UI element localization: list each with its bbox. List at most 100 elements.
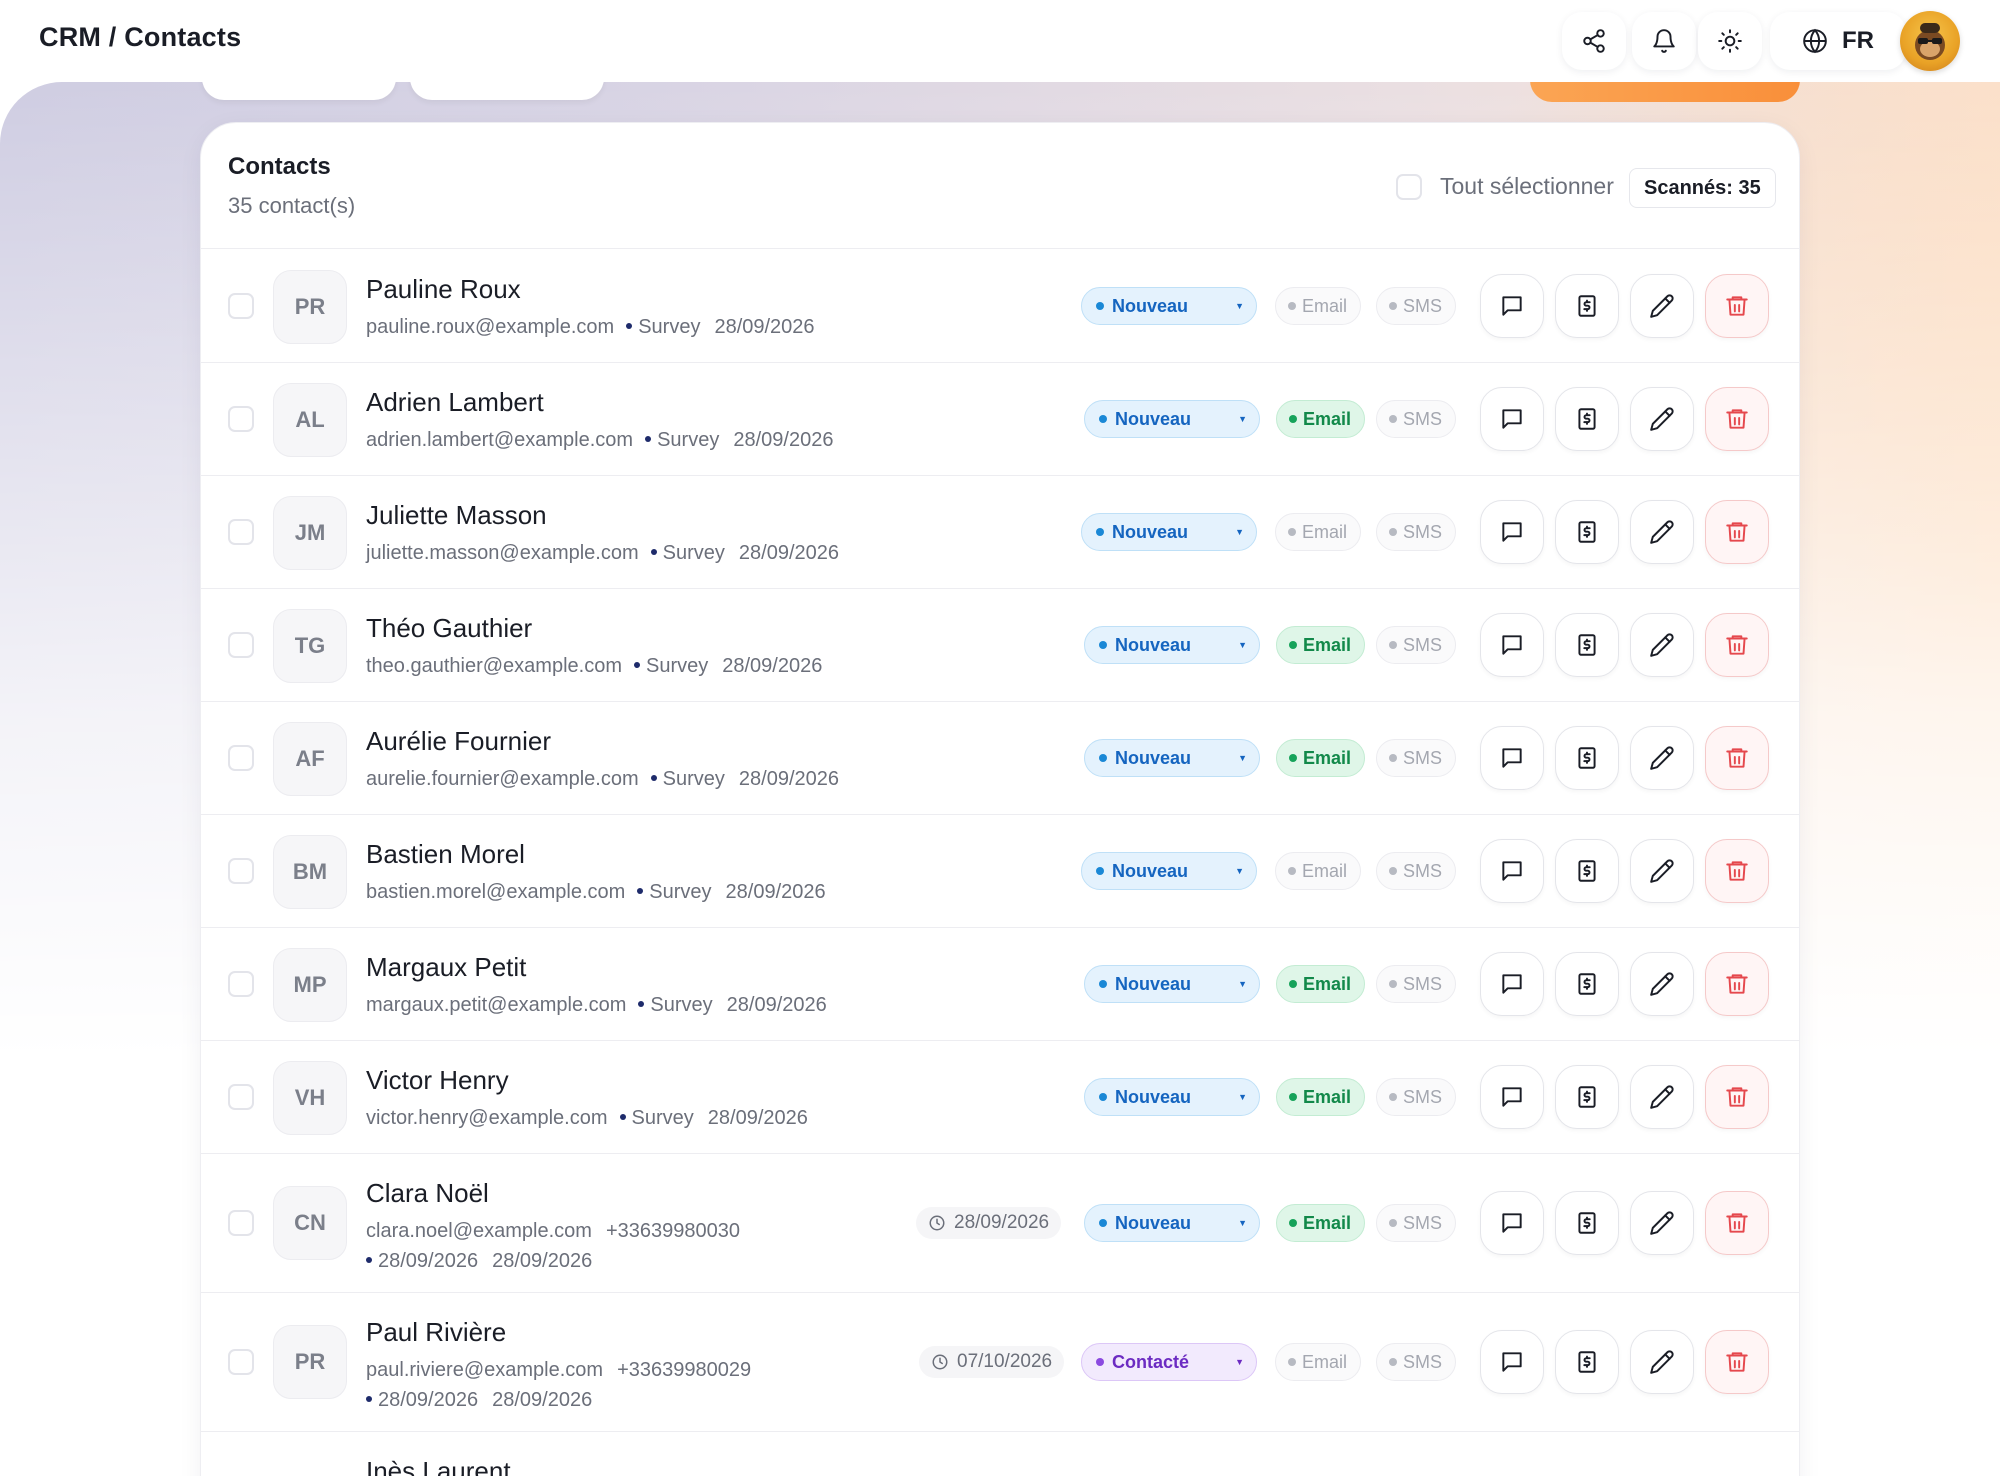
delete-button[interactable]	[1705, 839, 1769, 903]
invoice-button[interactable]	[1555, 387, 1619, 451]
row-checkbox[interactable]	[228, 858, 254, 884]
delete-button[interactable]	[1705, 1065, 1769, 1129]
contact-name[interactable]: Théo Gauthier	[366, 613, 532, 644]
message-button[interactable]	[1480, 1191, 1544, 1255]
share-button[interactable]	[1562, 12, 1626, 70]
invoice-button[interactable]	[1555, 839, 1619, 903]
email-channel-badge[interactable]: Email	[1276, 965, 1366, 1003]
row-checkbox[interactable]	[228, 632, 254, 658]
invoice-button[interactable]	[1555, 1191, 1619, 1255]
status-select[interactable]: Nouveau ▼	[1084, 965, 1260, 1003]
select-all-checkbox[interactable]	[1396, 173, 1422, 200]
delete-button[interactable]	[1705, 613, 1769, 677]
contact-row[interactable]: PR Pauline Roux pauline.roux@example.com Su…	[201, 250, 1799, 363]
invoice-button[interactable]	[1555, 1065, 1619, 1129]
contact-name[interactable]: Aurélie Fournier	[366, 726, 551, 757]
invoice-button[interactable]	[1555, 274, 1619, 338]
delete-button[interactable]	[1705, 387, 1769, 451]
delete-button[interactable]	[1705, 274, 1769, 338]
row-checkbox[interactable]	[228, 1210, 254, 1236]
invoice-button[interactable]	[1555, 726, 1619, 790]
contact-name[interactable]: Victor Henry	[366, 1065, 509, 1096]
contact-row[interactable]: PR Paul Rivière paul.riviere@example.com +3…	[201, 1293, 1799, 1432]
contact-row[interactable]: CN Clara Noël clara.noel@example.com +33639…	[201, 1154, 1799, 1293]
invoice-button[interactable]	[1555, 952, 1619, 1016]
contact-name[interactable]: Clara Noël	[366, 1178, 489, 1209]
sms-channel-badge[interactable]: SMS	[1376, 965, 1457, 1003]
sms-channel-badge[interactable]: SMS	[1376, 626, 1457, 664]
row-checkbox[interactable]	[228, 971, 254, 997]
edit-button[interactable]	[1630, 1330, 1694, 1394]
select-all[interactable]: Tout sélectionner	[1396, 173, 1614, 200]
message-button[interactable]	[1480, 1065, 1544, 1129]
edit-button[interactable]	[1630, 274, 1694, 338]
contact-row[interactable]: TG Théo Gauthier theo.gauthier@example.com…	[201, 589, 1799, 702]
sms-channel-badge[interactable]: SMS	[1376, 513, 1457, 551]
row-checkbox[interactable]	[228, 1349, 254, 1375]
contact-row[interactable]: MP Margaux Petit margaux.petit@example.com…	[201, 928, 1799, 1041]
contact-row[interactable]: AL Adrien Lambert adrien.lambert@example.c…	[201, 363, 1799, 476]
row-checkbox[interactable]	[228, 293, 254, 319]
contact-row[interactable]: JM Juliette Masson juliette.masson@example…	[201, 476, 1799, 589]
delete-button[interactable]	[1705, 726, 1769, 790]
row-checkbox[interactable]	[228, 406, 254, 432]
status-select[interactable]: Nouveau ▼	[1084, 626, 1260, 664]
edit-button[interactable]	[1630, 839, 1694, 903]
invoice-button[interactable]	[1555, 613, 1619, 677]
email-channel-badge[interactable]: Email	[1275, 852, 1362, 890]
sms-channel-badge[interactable]: SMS	[1376, 400, 1457, 438]
sms-channel-badge[interactable]: SMS	[1376, 1343, 1457, 1381]
message-button[interactable]	[1480, 952, 1544, 1016]
contact-name[interactable]: Margaux Petit	[366, 952, 526, 983]
contact-name[interactable]: Adrien Lambert	[366, 387, 544, 418]
delete-button[interactable]	[1705, 500, 1769, 564]
message-button[interactable]	[1480, 274, 1544, 338]
status-select[interactable]: Nouveau ▼	[1084, 400, 1260, 438]
message-button[interactable]	[1480, 839, 1544, 903]
email-channel-badge[interactable]: Email	[1275, 513, 1362, 551]
email-channel-badge[interactable]: Email	[1276, 1204, 1366, 1242]
email-channel-badge[interactable]: Email	[1276, 400, 1366, 438]
contact-name[interactable]: Juliette Masson	[366, 500, 547, 531]
delete-button[interactable]	[1705, 1191, 1769, 1255]
delete-button[interactable]	[1705, 1330, 1769, 1394]
contact-name[interactable]: Inès Laurent	[366, 1456, 511, 1476]
edit-button[interactable]	[1630, 952, 1694, 1016]
status-select[interactable]: Nouveau ▼	[1084, 1204, 1260, 1242]
theme-toggle-button[interactable]	[1698, 12, 1762, 70]
contact-name[interactable]: Pauline Roux	[366, 274, 521, 305]
sms-channel-badge[interactable]: SMS	[1376, 739, 1457, 777]
edit-button[interactable]	[1630, 613, 1694, 677]
edit-button[interactable]	[1630, 1191, 1694, 1255]
edit-button[interactable]	[1630, 500, 1694, 564]
status-select[interactable]: Nouveau ▼	[1084, 1078, 1260, 1116]
row-checkbox[interactable]	[228, 745, 254, 771]
contact-row[interactable]: BM Bastien Morel bastien.morel@example.com…	[201, 815, 1799, 928]
status-select[interactable]: Nouveau ▼	[1081, 287, 1257, 325]
status-select[interactable]: Nouveau ▼	[1081, 513, 1257, 551]
contact-row[interactable]: VH Victor Henry victor.henry@example.com Su…	[201, 1041, 1799, 1154]
edit-button[interactable]	[1630, 726, 1694, 790]
delete-button[interactable]	[1705, 952, 1769, 1016]
invoice-button[interactable]	[1555, 500, 1619, 564]
notifications-button[interactable]	[1632, 12, 1696, 70]
row-checkbox[interactable]	[228, 519, 254, 545]
sms-channel-badge[interactable]: SMS	[1376, 852, 1457, 890]
language-selector[interactable]: FR	[1770, 12, 1906, 70]
email-channel-badge[interactable]: Email	[1276, 1078, 1366, 1116]
contact-name[interactable]: Bastien Morel	[366, 839, 525, 870]
message-button[interactable]	[1480, 726, 1544, 790]
status-select[interactable]: Nouveau ▼	[1081, 852, 1257, 890]
sms-channel-badge[interactable]: SMS	[1376, 1204, 1457, 1242]
message-button[interactable]	[1480, 500, 1544, 564]
status-select[interactable]: Contacté ▼	[1081, 1343, 1257, 1381]
message-button[interactable]	[1480, 613, 1544, 677]
sms-channel-badge[interactable]: SMS	[1376, 287, 1457, 325]
email-channel-badge[interactable]: Email	[1275, 287, 1362, 325]
user-avatar[interactable]	[1900, 11, 1960, 71]
contact-row[interactable]: AF Aurélie Fournier aurelie.fournier@examp…	[201, 702, 1799, 815]
message-button[interactable]	[1480, 387, 1544, 451]
contact-name[interactable]: Paul Rivière	[366, 1317, 506, 1348]
edit-button[interactable]	[1630, 387, 1694, 451]
email-channel-badge[interactable]: Email	[1276, 626, 1366, 664]
